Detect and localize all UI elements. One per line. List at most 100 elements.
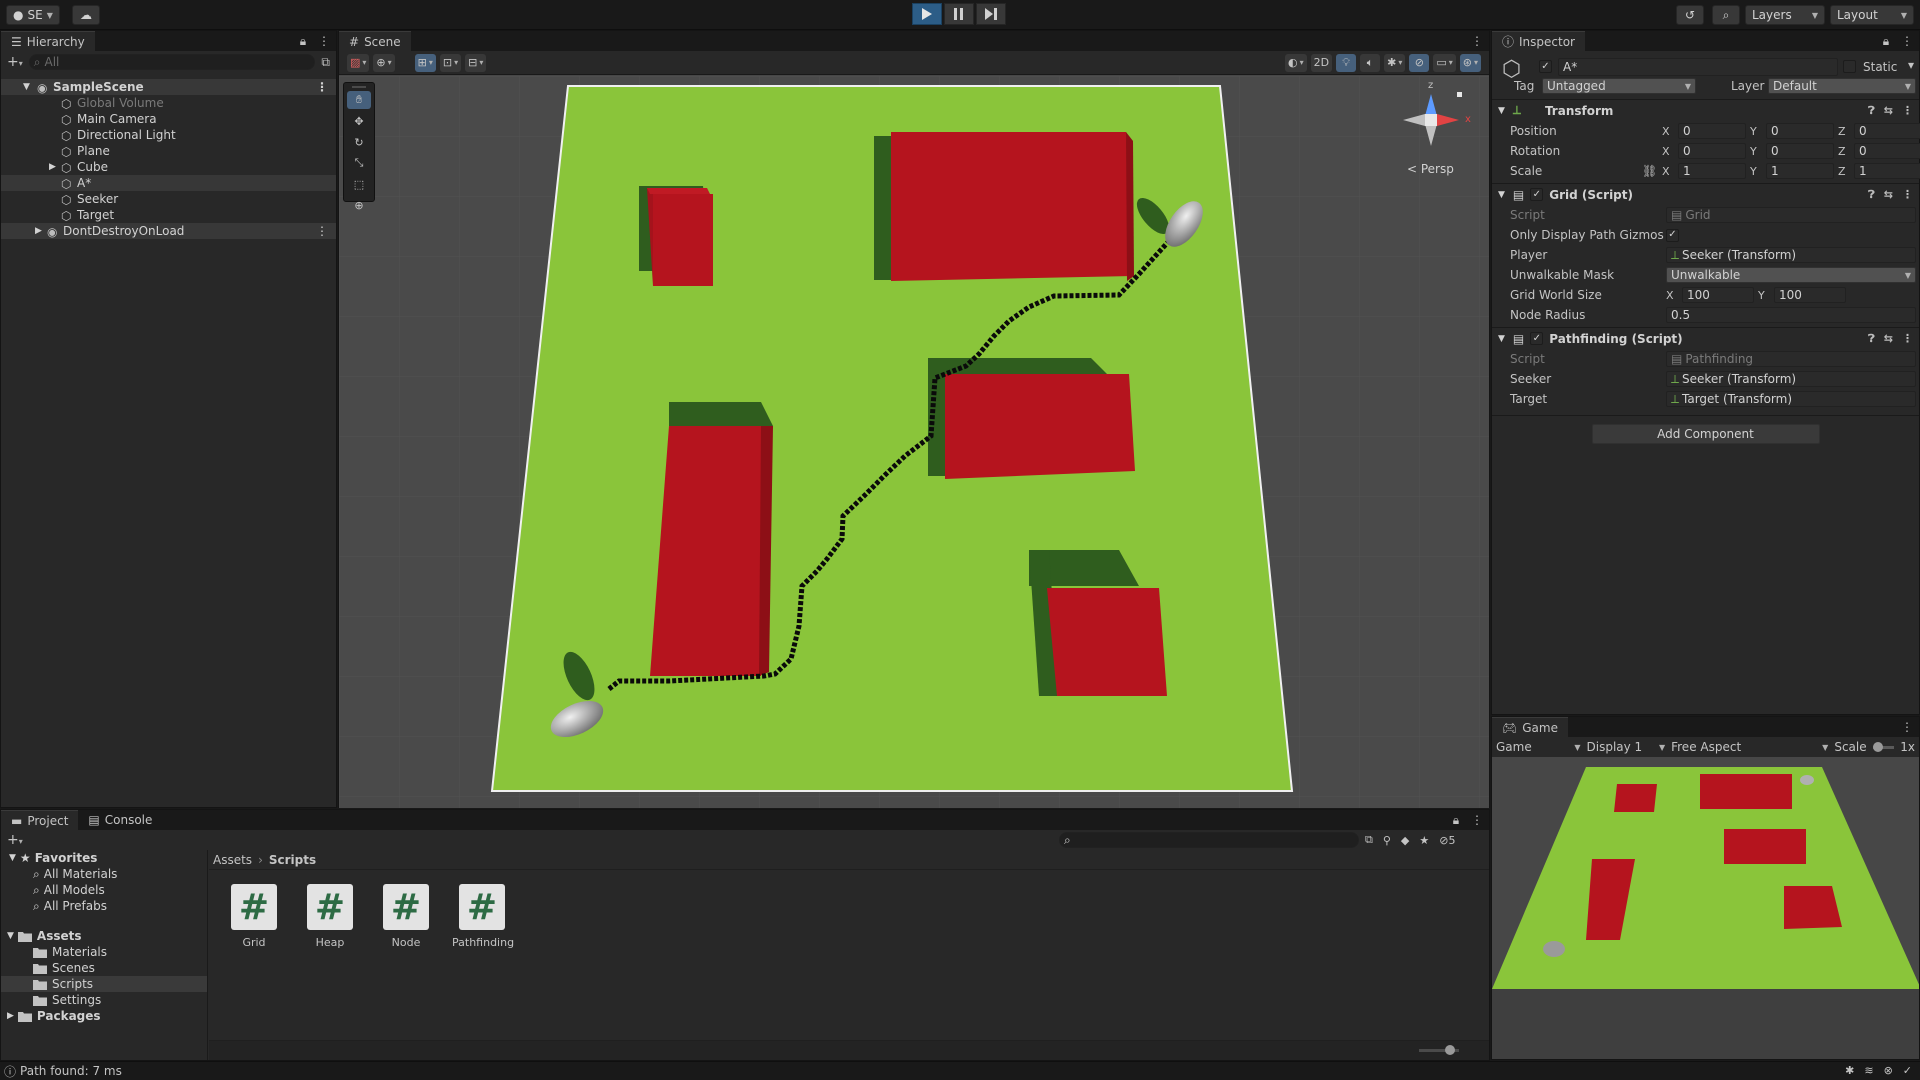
help-icon[interactable]: ❓︎ [1868,104,1875,118]
add-button[interactable]: +▾ [7,54,23,70]
check-icon[interactable]: ✓ [1903,1064,1912,1077]
object-name-field[interactable]: A* [1558,58,1838,76]
hierarchy-item-cube[interactable]: ▶ ⬡ Cube [1,159,336,175]
hierarchy-item-astar[interactable]: ⬡ A* [1,175,336,191]
lock-icon[interactable]: 🔒︎ [1883,34,1889,48]
only-display-checkbox[interactable]: ✓ [1666,228,1679,242]
status-message[interactable]: Path found: 7 ms [20,1064,122,1078]
asset-folder-item[interactable]: Scripts [1,976,207,992]
world-size-y-field[interactable]: 100 [1774,287,1846,303]
aspect-dropdown[interactable]: Free Aspect ▼ [1671,740,1828,754]
project-search-input[interactable]: ⌕ [1059,832,1359,848]
rect-tool-button[interactable]: ⬚ [347,175,371,193]
increment-snap-button[interactable]: ⊟ ▾ [465,53,487,72]
more-vertical-icon[interactable]: ⋮ [1901,720,1913,734]
favorite-item[interactable]: ⌕ All Prefabs [1,898,207,914]
scene-render[interactable] [339,76,1489,808]
unwalkable-dropdown[interactable]: Unwalkable ▼ [1666,267,1916,283]
snap-toggle[interactable]: ⊡ ▾ [439,53,462,72]
favorite-item[interactable]: ⌕ All Models [1,882,207,898]
chevron-down-icon[interactable]: ▾ [1908,58,1914,72]
asset-folder-item[interactable]: Settings [1,992,207,1008]
expand-arrow-icon[interactable]: ▼ [1498,106,1505,116]
slider-handle[interactable] [1872,741,1883,752]
lock-icon[interactable]: 🔒︎ [1453,813,1459,827]
grid-enabled-checkbox[interactable]: ✓ [1530,188,1544,201]
hierarchy-item-global-volume[interactable]: ⬡ Global Volume [1,95,336,111]
inspector-menu[interactable]: 🔒︎ ⋮ [1883,34,1913,48]
settings-icon[interactable]: ⇆ [1884,332,1893,346]
2d-toggle[interactable]: 2D [1310,53,1333,72]
hierarchy-dontdestroy-row[interactable]: ▶ ◉ DontDestroyOnLoad ⋮ [1,223,336,239]
tag-dropdown[interactable]: Untagged ▼ [1542,78,1696,94]
add-button[interactable]: +▾ [7,832,23,848]
grid-toggle[interactable]: ⊞ ▾ [414,53,436,72]
expand-arrow-icon[interactable]: ▼ [9,853,16,863]
scale-tool-button[interactable]: ⤡ [347,154,371,172]
expand-arrow-icon[interactable]: ▶ [49,162,56,172]
draw-mode-button[interactable]: ▨ ▾ [347,53,370,72]
hierarchy-item-target[interactable]: ⬡ Target [1,207,336,223]
world-size-x-field[interactable]: 100 [1682,287,1754,303]
hand-tool-button[interactable]: ✋︎ [347,91,371,109]
transform-header[interactable]: ▼ ⟂ Transform ❓︎ ⇆ ⋮ [1492,99,1919,121]
bug-icon[interactable]: ✱ [1845,1064,1854,1077]
search-by-type-icon[interactable]: ⧉ [1365,833,1373,847]
slider-handle[interactable] [1445,1045,1455,1055]
icon-size-slider[interactable] [1419,1045,1459,1055]
more-vertical-icon[interactable]: ⋮ [316,80,328,94]
hierarchy-item-main-camera[interactable]: ⬡ Main Camera [1,111,336,127]
static-checkbox[interactable] [1843,60,1856,73]
pause-button[interactable] [944,3,974,25]
search-button[interactable]: ⌕ [1712,5,1740,25]
step-button[interactable] [976,3,1006,25]
effects-toggle[interactable]: ✱ ▾ [1384,53,1406,72]
grid-script-header[interactable]: ▼ ▤ ✓ Grid (Script) ❓︎ ⇆ ⋮ [1492,183,1919,205]
lock-icon[interactable]: 🔒︎ [300,34,306,48]
expand-arrow-icon[interactable]: ▼ [1498,334,1505,344]
settings-icon[interactable]: ⇆ [1884,188,1893,202]
asset-folder-item[interactable]: Scenes [1,960,207,976]
history-button[interactable]: ↺ [1676,5,1704,25]
target-field[interactable]: ⟂ Target (Transform) [1666,391,1916,407]
orientation-gizmo[interactable]: z x < Persp [1397,80,1481,182]
tab-console[interactable]: ▤ Console [78,810,163,830]
transform-tool-button[interactable]: ⊕ [347,196,371,214]
hierarchy-item-plane[interactable]: ⬡ Plane [1,143,336,159]
tab-hierarchy[interactable]: ☰ Hierarchy [1,31,95,51]
shading-mode-button[interactable]: ◐ ▾ [1285,53,1307,72]
hierarchy-item-directional-light[interactable]: ⬡ Directional Light [1,127,336,143]
packages-row[interactable]: ▶ Packages [1,1008,207,1024]
expand-arrow-icon[interactable]: ▶ [7,1011,14,1021]
favorites-row[interactable]: ▼ ★ Favorites [1,850,207,866]
more-vertical-icon[interactable]: ⋮ [1471,813,1483,827]
more-vertical-icon[interactable]: ⋮ [1901,34,1913,48]
account-dropdown[interactable]: ● SE ▼ [6,5,60,25]
more-vertical-icon[interactable]: ⋮ [316,224,328,238]
pathfinding-script-header[interactable]: ▼ ▤ ✓ Pathfinding (Script) ❓︎ ⇆ ⋮ [1492,327,1919,349]
scene-viewport[interactable]: ✋︎ ✥ ↻ ⤡ ⬚ ⊕ z x < Persp [339,76,1489,808]
breadcrumb-root[interactable]: Assets [213,853,252,867]
position-z-field[interactable]: 0 [1854,123,1920,139]
scale-y-field[interactable]: 1 [1766,163,1834,179]
tab-scene[interactable]: # Scene [339,31,411,51]
help-icon[interactable]: ❓︎ [1868,332,1875,346]
script-asset-tile[interactable]: # Heap [307,884,357,949]
position-y-field[interactable]: 0 [1766,123,1834,139]
script-asset-tile[interactable]: # Pathfinding [452,884,514,949]
game-viewport[interactable] [1492,757,1919,1059]
play-button[interactable] [912,3,942,25]
position-x-field[interactable]: 0 [1678,123,1746,139]
breadcrumb-current[interactable]: Scripts [269,853,316,867]
lighting-toggle[interactable]: 💡︎ [1336,53,1357,72]
layout-dropdown[interactable]: Layout ▼ [1830,5,1914,25]
move-tool-button[interactable]: ✥ [347,112,371,130]
search-options-icon[interactable]: ⧉ [321,55,330,70]
active-checkbox[interactable]: ✓ [1539,60,1552,73]
scale-slider[interactable] [1872,741,1895,752]
database-icon[interactable]: ≋ [1864,1064,1873,1077]
no-sync-icon[interactable]: ⊗ [1884,1064,1893,1077]
tab-inspector[interactable]: ⓘ Inspector [1492,31,1585,51]
layer-dropdown[interactable]: Default ▼ [1768,78,1916,94]
node-radius-field[interactable]: 0.5 [1666,307,1916,323]
